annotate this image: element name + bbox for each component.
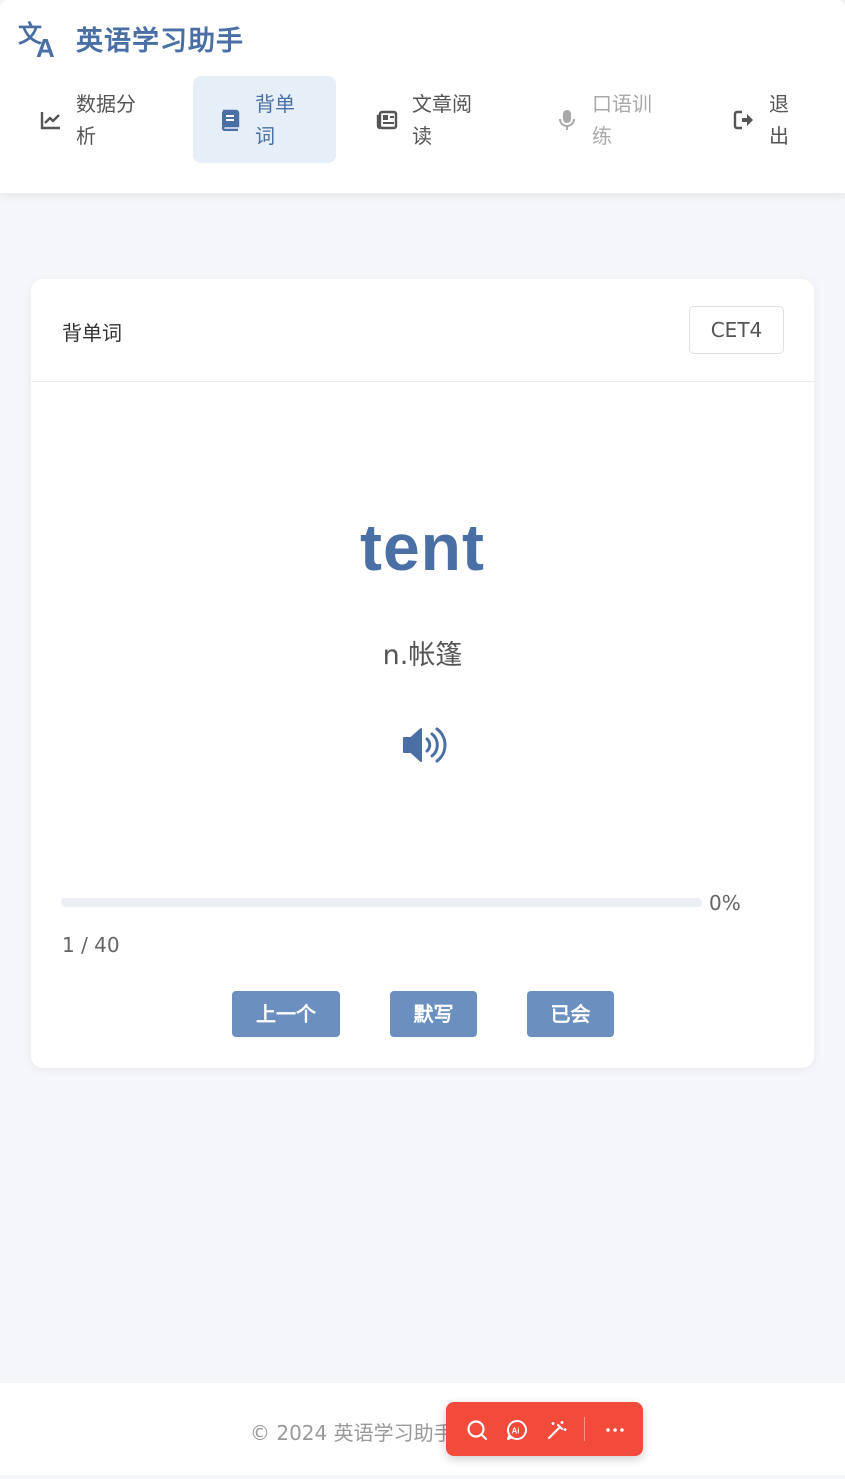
nav-label: 口语训练 — [592, 91, 652, 148]
brand: 文 A 英语学习助手 — [18, 18, 244, 58]
svg-text:A: A — [36, 33, 55, 58]
search-icon[interactable] — [466, 1419, 488, 1441]
floating-toolbar: Ai — [446, 1402, 643, 1456]
copyright: © 2024 英语学习助手 — [250, 1421, 454, 1445]
card-title: 背单词 — [62, 321, 122, 345]
dictation-button[interactable]: 默写 — [390, 991, 477, 1037]
app-header: 文 A 英语学习助手 数据分析 背单词 文章阅读 口语训练 退出 — [0, 0, 845, 193]
microphone-icon — [559, 109, 575, 130]
nav-item-article-reading[interactable]: 文章阅读 — [358, 76, 513, 163]
word-counter: 1 / 40 — [62, 933, 120, 957]
nav-label: 文章阅读 — [412, 91, 472, 148]
nav-item-speaking-practice[interactable]: 口语训练 — [538, 76, 688, 163]
translate-icon: 文 A — [18, 20, 55, 58]
app-title: 英语学习助手 — [76, 25, 244, 57]
word: tent — [360, 510, 485, 584]
svg-text:Ai: Ai — [512, 1427, 520, 1436]
magic-wand-icon[interactable] — [546, 1419, 568, 1441]
toolbar-divider — [584, 1417, 585, 1441]
known-button[interactable]: 已会 — [527, 991, 614, 1037]
card-header: 背单词 CET4 — [31, 279, 814, 382]
footer: © 2024 英语学习助手 — [0, 1383, 845, 1475]
newspaper-icon — [376, 110, 398, 129]
progress-bar — [61, 898, 702, 907]
prev-button[interactable]: 上一个 — [232, 991, 340, 1037]
nav-item-logout[interactable]: 退出 — [715, 76, 825, 163]
book-icon — [221, 109, 240, 131]
word-meaning: n.帐篷 — [382, 640, 463, 671]
vocabulary-card: 背单词 CET4 tent n.帐篷 0% 1 / 40 上一个 默写 已会 — [31, 279, 814, 1068]
ai-icon[interactable]: Ai — [506, 1419, 528, 1441]
level-tag[interactable]: CET4 — [689, 306, 784, 354]
nav-label: 背单词 — [255, 91, 295, 148]
volume-icon[interactable] — [401, 725, 447, 765]
nav-label: 数据分析 — [76, 91, 136, 148]
nav-item-vocabulary[interactable]: 背单词 — [193, 76, 336, 163]
nav-label: 退出 — [769, 91, 789, 148]
progress-text: 0% — [709, 891, 741, 915]
chart-line-icon — [40, 111, 60, 129]
logout-icon — [733, 110, 753, 129]
nav-item-data-analysis[interactable]: 数据分析 — [22, 76, 172, 163]
more-icon[interactable] — [604, 1419, 626, 1441]
